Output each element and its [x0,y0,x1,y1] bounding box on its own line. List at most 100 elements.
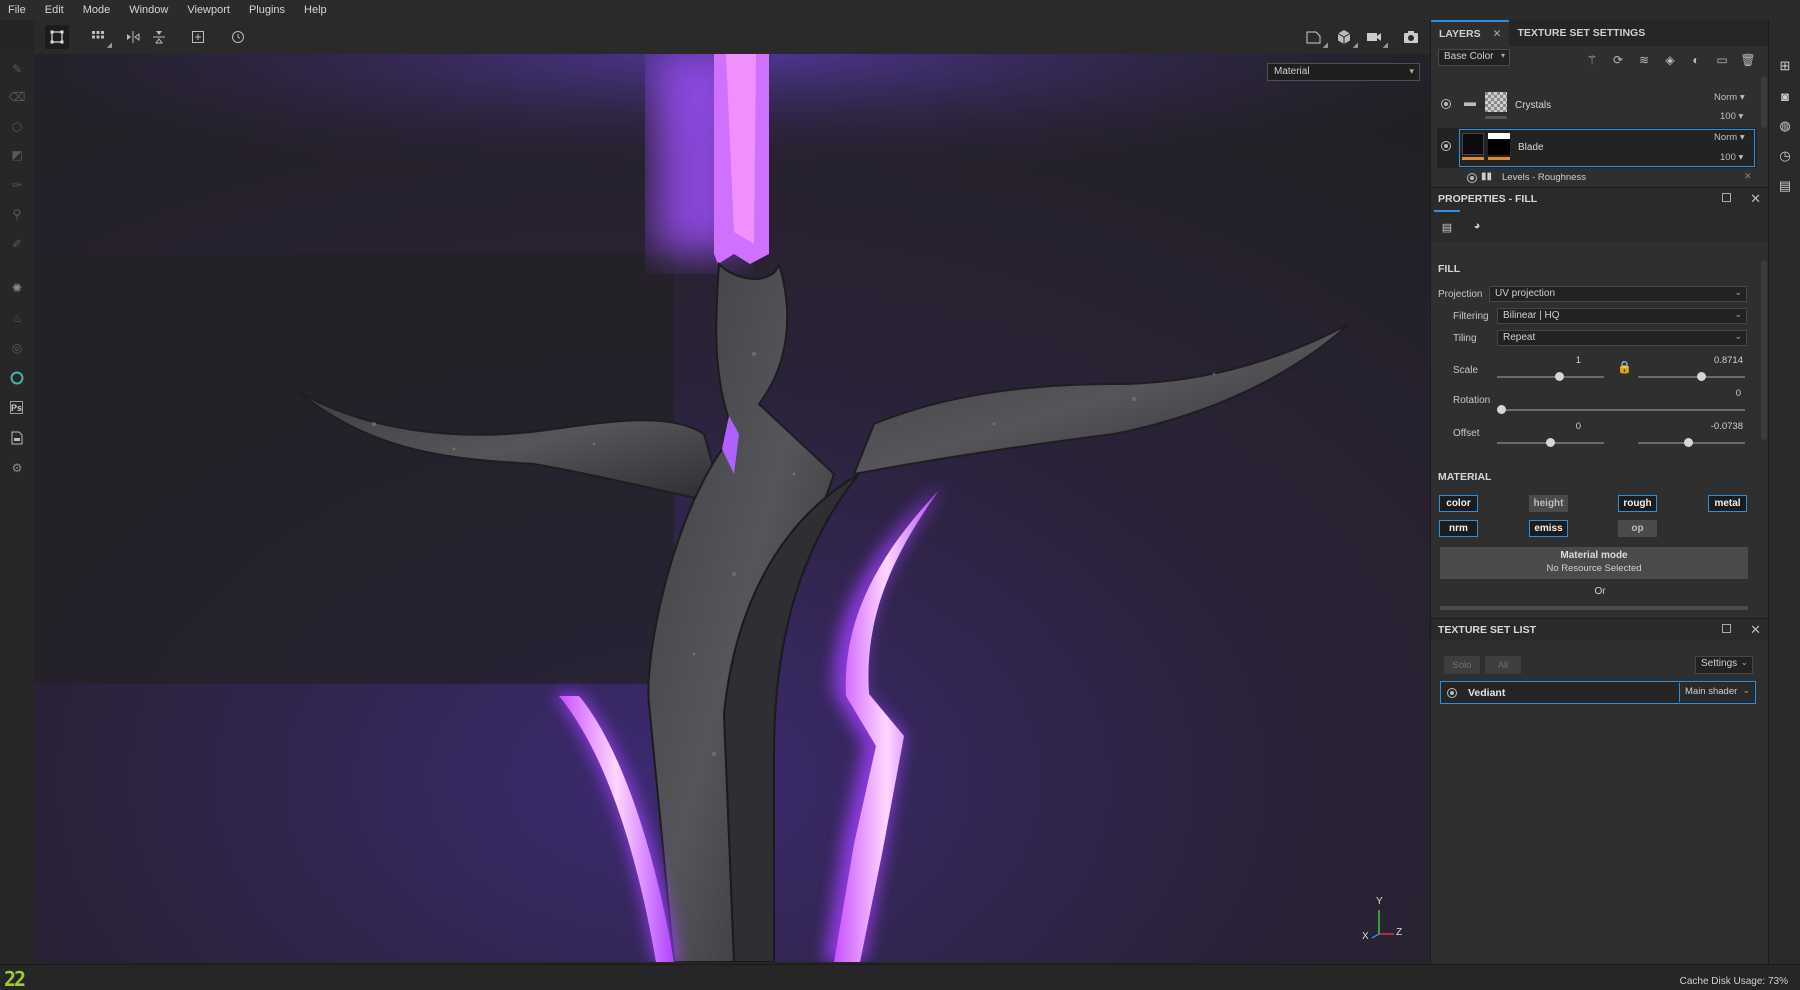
slider-handle[interactable] [1555,372,1564,381]
menu-file[interactable]: File [8,4,26,16]
close-icon[interactable]: ✕ [1750,622,1761,638]
filtering-select[interactable]: Bilinear | HQ ⌄ [1497,308,1747,324]
grid-snap-icon[interactable]: ◢ [86,25,112,49]
close-icon[interactable]: ✕ [1750,191,1761,207]
photoshop-export-icon[interactable]: Ps [10,401,23,414]
scale-v-slider[interactable] [1638,372,1745,381]
display-settings-icon[interactable]: ◙ [1777,88,1793,104]
menu-window[interactable]: Window [129,4,168,16]
layers-scrollbar[interactable] [1761,76,1767,128]
paint-brush-icon[interactable]: ✎ [7,59,27,79]
slider-handle[interactable] [1497,405,1506,414]
tab-texture-set-settings[interactable]: TEXTURE SET SETTINGS [1509,20,1653,46]
blend-mode-select[interactable]: Norm ▾ [1714,92,1745,103]
shader-settings-icon[interactable]: ◍ [1777,118,1793,134]
visibility-eye-icon[interactable] [1467,173,1477,183]
material-sphere-icon[interactable]: ◕ [1464,210,1490,242]
add-frame-icon[interactable] [186,25,210,49]
menu-plugins[interactable]: Plugins [249,4,285,16]
menu-help[interactable]: Help [304,4,327,16]
menu-edit[interactable]: Edit [45,4,64,16]
eraser-icon[interactable]: ⌫ [7,87,27,107]
visibility-eye-icon[interactable] [1441,99,1451,109]
screenshot-icon[interactable] [1399,25,1423,49]
mirror-x-icon[interactable] [121,25,145,49]
visibility-eye-icon[interactable] [1441,141,1451,151]
lock-icon[interactable]: 🔒 [1617,360,1632,374]
layer-row-crystals[interactable]: ▬ Crystals Norm ▾ 100 ▾ [1437,90,1757,130]
channel-nrm-toggle[interactable]: nrm [1439,520,1478,537]
float-panel-icon[interactable] [1722,624,1731,633]
remove-effect-icon[interactable]: ✕ [1744,171,1752,182]
channel-op-toggle[interactable]: op [1618,520,1657,537]
rotation-slider[interactable] [1497,405,1745,414]
projection-icon[interactable]: ⬡ [7,117,27,137]
scale-u-slider[interactable] [1497,372,1604,381]
channel-height-toggle[interactable]: height [1529,495,1568,512]
scale-v-value[interactable]: 0.8714 [1693,355,1743,366]
polygon-fill-icon[interactable]: ◩ [7,145,27,165]
add-effect-icon[interactable]: ⚚ [1584,52,1600,68]
offset-u-slider[interactable] [1497,438,1604,447]
channel-rough-toggle[interactable]: rough [1618,495,1657,512]
slider-handle[interactable] [1684,438,1693,447]
effect-row-levels[interactable]: ▮▮ Levels - Roughness ✕ [1437,170,1757,186]
channel-select[interactable]: Base Color ▾ [1438,49,1510,66]
texture-set-settings-select[interactable]: Settings ⌄ [1695,656,1753,674]
clone-stamp-icon[interactable]: ⚲ [7,204,27,224]
texture-set-panel-icon[interactable]: ⊞ [1777,58,1793,74]
viewport-mode-select[interactable]: Material ▾ [1267,63,1420,81]
camera-icon[interactable]: ◢ [1362,25,1388,49]
all-button[interactable]: All [1485,656,1521,674]
slider-handle[interactable] [1697,372,1706,381]
settings-gear-icon[interactable]: ✺ [7,278,27,298]
properties-scrollbar[interactable] [1761,260,1767,440]
fill-settings-icon[interactable]: ▤ [1434,210,1460,242]
material-mode-slot[interactable]: Material mode No Resource Selected [1440,547,1748,579]
blend-mode-select[interactable]: Norm ▾ [1714,132,1745,143]
history-icon[interactable]: ◷ [1777,148,1793,164]
shelf-icon[interactable]: ◎ [7,338,27,358]
projection-select[interactable]: UV projection ⌄ [1489,286,1747,302]
base-color-slot[interactable] [1440,606,1748,610]
opacity-select[interactable]: 100 ▾ [1720,152,1743,163]
tab-layers[interactable]: LAYERS ✕ [1431,20,1510,46]
smudge-icon[interactable]: ✑ [7,175,27,195]
add-smart-material-icon[interactable]: ◐ [1688,52,1704,68]
menu-viewport[interactable]: Viewport [187,4,230,16]
offset-u-value[interactable]: 0 [1551,421,1581,432]
bake-icon[interactable]: ♨ [7,308,27,328]
iray-icon[interactable] [7,368,27,388]
layer-row-blade[interactable]: Blade Norm ▾ 100 ▾ [1437,128,1757,168]
channel-metal-toggle[interactable]: metal [1708,495,1747,512]
display-2d-icon[interactable]: ◢ [1302,25,1328,49]
plugin-settings-icon[interactable]: ⚙ [7,458,27,478]
add-fill-layer-icon[interactable]: ◈ [1662,52,1678,68]
channel-color-toggle[interactable]: color [1439,495,1478,512]
selection-mode-icon[interactable] [45,25,69,49]
color-picker-icon[interactable]: ✐ [7,234,27,254]
offset-v-slider[interactable] [1638,438,1745,447]
add-layer-icon[interactable]: ≋ [1636,52,1652,68]
3d-viewport[interactable]: Material ▾ Z Y X [34,54,1430,962]
menu-mode[interactable]: Mode [83,4,111,16]
tiling-select[interactable]: Repeat ⌄ [1497,330,1747,346]
scale-u-value[interactable]: 1 [1551,355,1581,366]
opacity-select[interactable]: 100 ▾ [1720,111,1743,122]
display-3d-icon[interactable]: ◢ [1332,25,1358,49]
delete-layer-icon[interactable]: 🗑 [1740,52,1756,68]
visibility-eye-icon[interactable] [1447,688,1457,698]
float-panel-icon[interactable] [1722,193,1731,202]
mirror-y-icon[interactable] [147,25,171,49]
shader-select[interactable]: Main shader ⌄ [1679,683,1754,702]
log-icon[interactable]: ▤ [1777,178,1793,194]
offset-v-value[interactable]: -0.0738 [1693,421,1743,432]
texture-set-row[interactable]: Vediant Main shader ⌄ [1440,681,1756,704]
add-filter-icon[interactable]: ⟳ [1610,52,1626,68]
channel-emiss-toggle[interactable]: emiss [1529,520,1568,537]
slider-handle[interactable] [1546,438,1555,447]
rotation-value[interactable]: 0 [1711,388,1741,399]
close-icon[interactable]: ✕ [1493,28,1502,40]
export-document-icon[interactable] [7,428,27,448]
history-reset-icon[interactable] [226,25,250,49]
